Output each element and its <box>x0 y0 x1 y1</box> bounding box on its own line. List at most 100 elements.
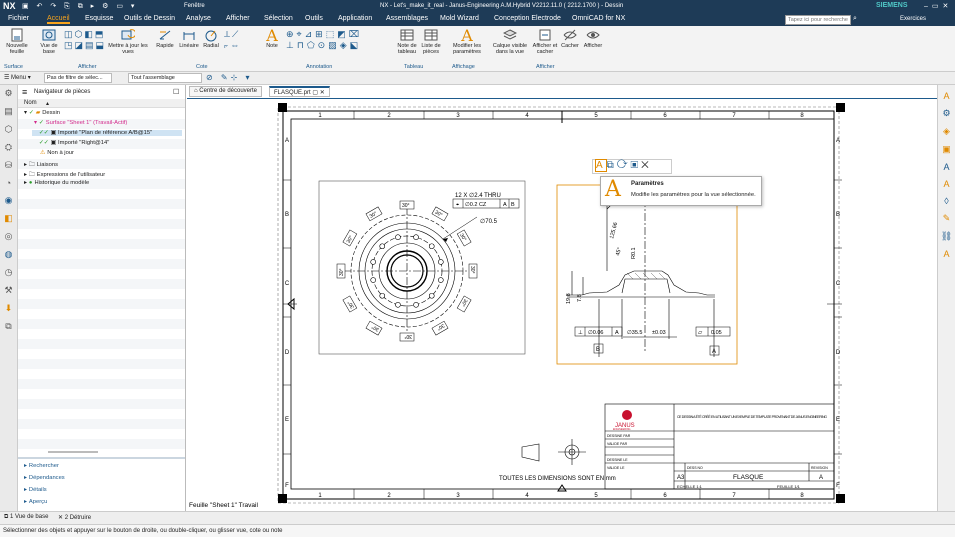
liste-pieces-button[interactable]: Liste de pièces <box>420 28 442 55</box>
layer-settings-icon[interactable]: ▣ <box>942 144 951 155</box>
tab-vue-de-base[interactable]: ⧉ 1 Vue de base <box>4 514 48 521</box>
constraint-navigator-icon[interactable]: ⛭ <box>5 142 12 153</box>
diameter-dimension[interactable]: ∅70.5 <box>480 218 498 225</box>
origin-icon[interactable]: ◈ <box>943 126 950 137</box>
view-style-icon[interactable]: ⧉ <box>607 160 617 171</box>
menu-fichier[interactable]: Fichier <box>8 15 29 22</box>
search-input[interactable] <box>785 15 851 25</box>
mini-toolbar[interactable]: A⧉⟳▣✕ <box>592 159 672 174</box>
nouvelle-feuille-button[interactable]: Nouvelle feuille <box>2 28 32 55</box>
menu-outils[interactable]: Outils <box>305 15 323 22</box>
title-block[interactable]: JANUS ENGINEERING CE DESSIN A ÉTÉ CRÉÉ E… <box>604 403 835 490</box>
link-icon[interactable]: ⛓ <box>941 231 952 242</box>
text-edit-icon[interactable]: A <box>943 249 949 259</box>
angle-dimension-label[interactable]: 30° <box>339 268 345 276</box>
splitter[interactable] <box>18 457 185 459</box>
tree-item-liaisons[interactable]: ▸ 🗀 Liaisons <box>24 160 58 170</box>
palette-icon[interactable]: ◎ <box>5 231 13 242</box>
calque-visible-button[interactable]: Calque visible dans la vue <box>492 28 528 55</box>
history-icon[interactable]: ◔ <box>6 178 11 188</box>
settings-icon[interactable]: ⚙ <box>4 88 12 99</box>
link-details[interactable]: ▸ Détails <box>24 487 47 493</box>
reuse-library-icon[interactable]: ⛁ <box>5 160 13 171</box>
search-icon[interactable]: ⌕ <box>853 15 857 23</box>
scrollbar[interactable] <box>48 451 98 453</box>
tree-item-dessin[interactable]: ▾ ✓ ▰ Dessin <box>24 110 60 116</box>
roles-icon[interactable]: ◉ <box>5 195 13 206</box>
graphics-window[interactable]: ⌂ Centre de découverte FLASQUE.prt ▢ ✕ 1 <box>187 85 937 511</box>
snap-tools-icon[interactable]: ⊘ ✎⊹ ▾ <box>206 73 253 82</box>
menu-button[interactable]: ☰ Menu ▾ <box>4 74 31 81</box>
tab-centre-decouverte[interactable]: ⌂ Centre de découverte <box>189 86 262 97</box>
drawing-sheet[interactable]: 1 2 3 4 5 6 7 8 1 2 3 4 5 6 7 8 A B C D … <box>187 99 937 511</box>
tree-item-plan-reference[interactable]: ✓✓ ▣ Importé "Plan de référence A/B@15" <box>32 130 182 136</box>
type-filter-select[interactable]: Pas de filtre de sélec... <box>44 73 112 83</box>
window-menu[interactable]: Fenêtre <box>184 3 205 9</box>
tab-flasque[interactable]: FLASQUE.prt ▢ ✕ <box>269 86 330 97</box>
part-navigator-icon[interactable]: ▤ <box>4 106 13 117</box>
gear-settings-icon[interactable]: ⚙ <box>942 108 950 119</box>
front-view[interactable]: 30°30°30°30°30°30°30°30°30°30°30°30° 12 … <box>318 180 526 355</box>
afficher-cacher-button[interactable]: Afficher et cacher <box>531 28 559 55</box>
menu-outils-dessin[interactable]: Outils de Dessin <box>124 15 175 22</box>
annotation-tools-icon[interactable]: ⊕⌖⊿⊞⬚◩⌧ ⊥⊓⬠⊙▨◈⬕ <box>286 29 362 51</box>
erase-icon[interactable]: ◊ <box>944 196 948 206</box>
exercices-link[interactable]: Exercices <box>900 16 926 22</box>
quick-access-toolbar[interactable]: ▣ ↶ ↷ ⎘ ⧉ ▸ ⚙ ▭ ▾ <box>22 2 137 11</box>
modifier-parametres-button[interactable]: A Modifier les paramètres <box>450 28 484 56</box>
menu-accueil[interactable]: Accueil <box>47 15 70 24</box>
link-rechercher[interactable]: ▸ Rechercher <box>24 463 59 469</box>
menu-omnicad[interactable]: OmniCAD for NX <box>572 15 625 22</box>
web-browser-icon[interactable]: ◧ <box>4 213 13 224</box>
tree-item-sheet[interactable]: ▾ ✓ Surface "Sheet 1" (Travail-Actif) <box>34 120 127 126</box>
column-header[interactable]: Nom ▴ <box>18 99 185 108</box>
tab-detruire[interactable]: ✕ 2 Détruire <box>58 514 91 521</box>
menu-assemblages[interactable]: Assemblages <box>386 15 428 22</box>
drop-icon[interactable]: ⬇ <box>5 303 13 314</box>
text-style-icon[interactable]: A <box>943 179 949 189</box>
hole-callout[interactable]: 12 X ∅2.4 THRU <box>455 192 501 199</box>
vue-de-base-button[interactable]: Vue de base <box>36 28 62 55</box>
tools-icon[interactable]: ⚒ <box>4 285 12 296</box>
view-label-icon[interactable]: A <box>943 162 949 172</box>
boundary-icon[interactable]: ▣ <box>631 160 642 171</box>
maximize-icon[interactable]: ☐ <box>173 88 179 96</box>
nav-toggle-icon[interactable]: ≡ <box>22 87 27 97</box>
cacher-button[interactable]: Cacher <box>560 28 580 49</box>
angle-dimension-label[interactable]: 30° <box>404 333 412 339</box>
angle-dimension-label[interactable]: 30° <box>402 203 410 209</box>
note-button[interactable]: A Note <box>262 28 282 50</box>
edit-icon[interactable]: ✎ <box>943 213 951 224</box>
cote-rapide-button[interactable]: Rapide <box>153 28 177 49</box>
menu-esquisse[interactable]: Esquisse <box>85 15 113 22</box>
section-view[interactable]: 125.66 45° R0.1 19.8 7.8 ∅35.5 ±0.03 ⊥ ∅… <box>556 184 738 365</box>
cote-lineaire-button[interactable]: Linéaire <box>177 28 201 49</box>
clock-icon[interactable]: ◷ <box>5 267 13 278</box>
angle-dimension-label[interactable]: 30° <box>469 266 475 274</box>
assembly-navigator-icon[interactable]: ⬡ <box>5 124 13 135</box>
menu-mold-wizard[interactable]: Mold Wizard <box>440 15 479 22</box>
afficher-button[interactable]: Afficher <box>582 28 604 49</box>
link-dependances[interactable]: ▸ Dépendances <box>24 475 65 481</box>
view-tools-icon[interactable]: ◫⬡◧⬒ ◳◪▤⬓ <box>64 29 106 51</box>
layers-icon[interactable]: ⧉ <box>5 321 11 332</box>
tree-item-historique[interactable]: ▸ ● Historique du modèle <box>24 180 89 186</box>
tree-item-expressions[interactable]: ▸ 🗀 Expressions de l'utilisateur <box>24 170 105 180</box>
link-apercu[interactable]: ▸ Aperçu <box>24 499 47 505</box>
update-view-icon[interactable]: ⟳ <box>617 160 631 171</box>
menu-selection[interactable]: Sélection <box>264 15 293 22</box>
tree-item-right[interactable]: ✓✓ ▣ Importé "Right@14" <box>32 140 109 146</box>
menu-application[interactable]: Application <box>338 15 372 22</box>
cote-radiale-button[interactable]: Radial <box>200 28 222 49</box>
system-materials-icon[interactable]: ◍ <box>5 249 13 260</box>
window-controls[interactable]: –▭✕ <box>924 2 952 10</box>
scope-select[interactable]: Tout l'assemblage <box>128 73 202 83</box>
menu-analyse[interactable]: Analyse <box>186 15 211 22</box>
tree-item-non-a-jour[interactable]: ⚠ Non à jour <box>40 150 74 156</box>
annotation-style-icon[interactable]: A <box>943 91 949 101</box>
note-tableau-button[interactable]: Note de tableau <box>395 28 419 55</box>
menu-afficher[interactable]: Afficher <box>226 15 250 22</box>
close-mini-toolbar-icon[interactable]: ✕ <box>641 160 652 171</box>
settings-mini-icon[interactable]: A <box>595 159 607 172</box>
dimension-tools-icon[interactable]: ⟂⟋ ⟔⇔ <box>224 29 241 51</box>
